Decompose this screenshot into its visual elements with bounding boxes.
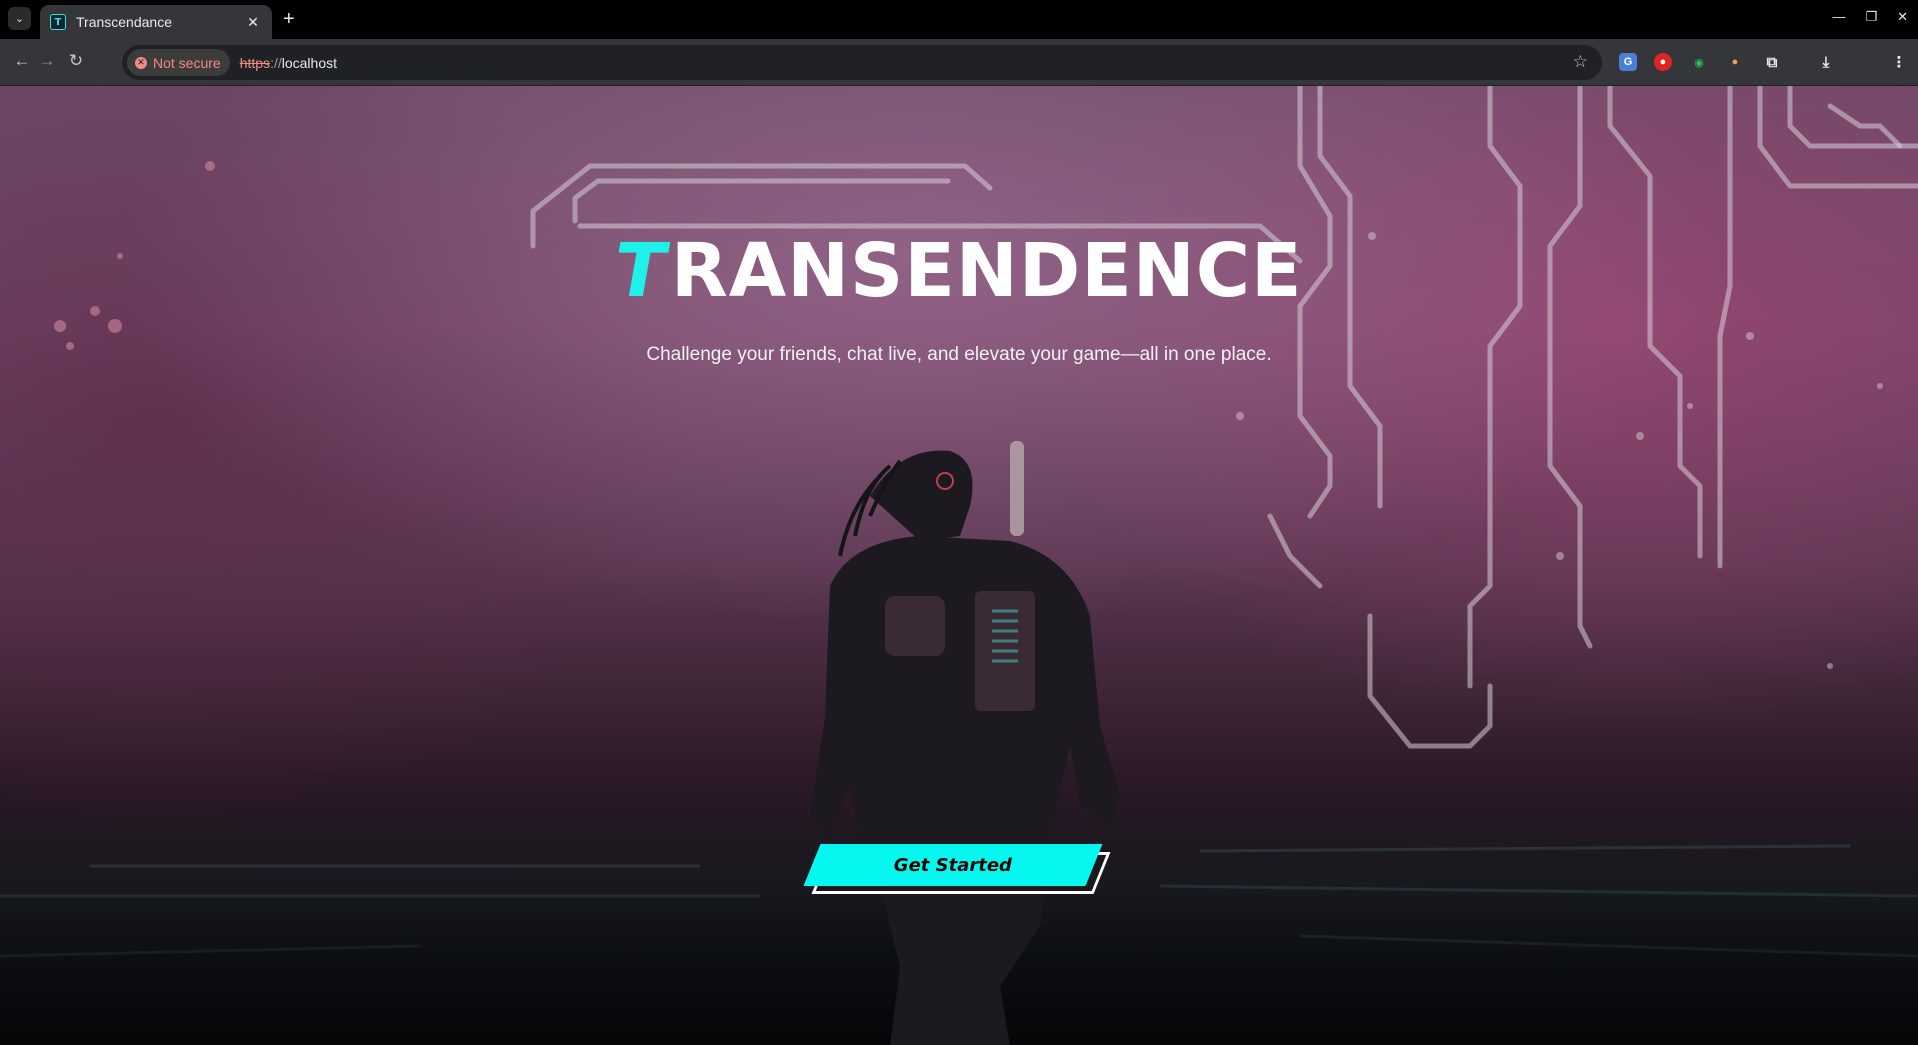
restore-icon[interactable]: ❐ bbox=[1865, 9, 1877, 25]
hero-title: TRANSENDENCE bbox=[0, 228, 1918, 314]
get-started-label: Get Started bbox=[893, 854, 1013, 876]
logo-t-icon: T bbox=[607, 228, 675, 314]
browser-toolbar: ← → ↻ ✕ Not secure https://localhost ☆ G… bbox=[0, 39, 1918, 111]
browser-tab[interactable]: T Transcendance ✕ bbox=[40, 5, 272, 39]
url-text[interactable]: https://localhost bbox=[240, 55, 337, 71]
forward-icon[interactable]: → bbox=[36, 51, 58, 71]
landing-page: TRANSENDENCE Challenge your friends, cha… bbox=[0, 86, 1918, 1045]
minimize-icon[interactable]: — bbox=[1832, 9, 1845, 25]
tab-title: Transcendance bbox=[76, 14, 172, 30]
security-chip[interactable]: ✕ Not secure bbox=[127, 49, 230, 76]
translate-extension-icon[interactable]: G bbox=[1619, 53, 1637, 71]
get-started-wrapper: Get Started bbox=[803, 844, 1112, 900]
address-bar[interactable]: ✕ Not secure https://localhost ☆ bbox=[122, 45, 1602, 80]
reload-icon[interactable]: ↻ bbox=[65, 51, 87, 71]
hero-subtitle: Challenge your friends, chat live, and e… bbox=[646, 344, 1272, 365]
get-started-button[interactable]: Get Started bbox=[803, 844, 1103, 886]
warning-icon: ✕ bbox=[135, 56, 147, 69]
hero-title-text: RANSENDENCE bbox=[670, 228, 1303, 314]
url-scheme: https bbox=[239, 54, 271, 71]
security-label: Not secure bbox=[153, 54, 221, 71]
close-icon[interactable]: ✕ bbox=[244, 14, 262, 31]
new-tab-icon[interactable]: + bbox=[283, 8, 295, 31]
menu-icon[interactable]: ⋮ bbox=[1890, 53, 1908, 71]
back-icon[interactable]: ← bbox=[11, 51, 33, 71]
url-host: localhost bbox=[281, 54, 337, 71]
red-extension-icon[interactable]: ● bbox=[1654, 53, 1672, 71]
extensions-icon[interactable]: ⧉ bbox=[1763, 53, 1781, 71]
eye-extension-icon[interactable]: ◉ bbox=[1690, 53, 1708, 71]
star-icon[interactable]: ☆ bbox=[1573, 52, 1588, 72]
url-separator: :// bbox=[270, 54, 282, 71]
cyborg-figure-image bbox=[810, 441, 1120, 1045]
window-close-icon[interactable]: ✕ bbox=[1897, 9, 1908, 25]
orange-extension-icon[interactable]: ● bbox=[1726, 53, 1744, 71]
tab-favicon-icon: T bbox=[50, 14, 66, 30]
tab-strip: ⌄ T Transcendance ✕ + — ❐ ✕ bbox=[0, 0, 1918, 39]
tab-search-icon[interactable]: ⌄ bbox=[8, 7, 31, 30]
window-controls: — ❐ ✕ bbox=[1832, 9, 1908, 25]
download-icon[interactable]: ⤓ bbox=[1817, 53, 1835, 71]
